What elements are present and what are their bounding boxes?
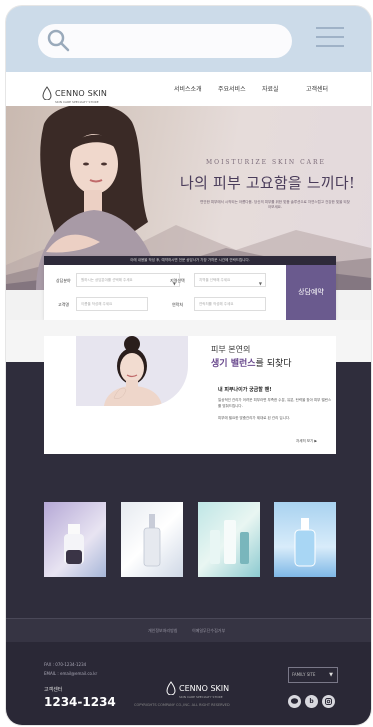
balance-kicker: 피부 본연의	[211, 345, 251, 354]
footer-logo-subtext: SKIN CARE SPECIALTY STORE	[179, 695, 223, 699]
hero-description: 편안한 피부에서 시작되는 아름다움. 당신의 피부를 위한 맞춤 솔루션으로 …	[200, 200, 350, 209]
search-bar	[6, 6, 371, 72]
nav-item-service-intro[interactable]: 서비스소개	[174, 84, 218, 93]
field-label-contact: 연락처	[172, 302, 184, 307]
nav-item-main-services[interactable]: 주요서비스	[218, 84, 262, 93]
footer-links: 개인정보처리방침 이메일무단수집거부	[6, 618, 371, 642]
footer-logo-text: CENNO SKIN	[179, 684, 230, 693]
dropper-bottle-image	[143, 514, 161, 567]
instagram-icon[interactable]	[322, 695, 335, 708]
drop-logo-icon	[166, 680, 176, 695]
hero-title: 나의 피부 고요함을 느끼다!	[180, 174, 356, 192]
skin-balance-card	[44, 336, 336, 454]
logo-text: CENNO SKIN	[55, 89, 108, 98]
product-tile[interactable]	[44, 502, 106, 577]
main-nav: 서비스소개 주요서비스 자료실 고객센터	[174, 84, 350, 93]
balance-title-rest: 를 되찾다	[255, 359, 292, 369]
blog-icon-glyph: b	[309, 698, 314, 705]
kakao-talk-icon[interactable]	[288, 695, 301, 708]
privacy-policy-link[interactable]: 개인정보처리방침	[148, 628, 177, 634]
family-site-label: FAMILY SITE	[292, 672, 316, 677]
product-tile[interactable]	[198, 502, 260, 577]
balance-subtitle: 내 피부나이가 궁금할 땐!	[218, 387, 272, 393]
footer-fax: FAX : 070-1234-1234	[44, 662, 87, 667]
phone-frame: CENNO SKIN SKIN CARE SPECIALTY STORE 서비스…	[6, 6, 371, 725]
category-select-placeholder: 원하시는 상담분야를 선택해 주세요	[81, 278, 133, 282]
balance-text-secondary: 피부에 필요한 맞춤관리가 제대로 된 관리 입니다.	[218, 416, 291, 420]
balance-model-image	[76, 336, 188, 406]
region-select[interactable]: 지역을 선택해 주세요 ▼	[194, 273, 266, 287]
balance-title-strong: 생기 밸런스	[211, 359, 256, 369]
ampoule-set-image	[210, 520, 249, 564]
site-header: CENNO SKIN SKIN CARE SPECIALTY STORE 서비스…	[6, 72, 371, 106]
field-label-category: 상담분야	[56, 278, 71, 283]
blog-icon[interactable]: b	[305, 695, 318, 708]
drop-logo-icon	[42, 85, 52, 100]
contact-input[interactable]: 연락처를 작성해 주세요	[194, 297, 266, 311]
name-input-placeholder: 이름을 작성해 주세요	[81, 302, 113, 306]
serum-bottle-image	[64, 524, 84, 564]
consultation-notice: 아래 내용을 작성 후, 예약하시면 전문 상담사가 가장 가까운 시간에 연락…	[44, 256, 336, 265]
product-tile[interactable]	[274, 502, 336, 577]
search-input[interactable]	[38, 24, 292, 58]
category-select[interactable]: 원하시는 상담분야를 선택해 주세요 ▼	[76, 273, 180, 287]
chevron-down-icon: ▼	[258, 281, 262, 286]
footer-email: EMAIL : email@email.co.kr	[44, 671, 98, 676]
field-label-region: 지역선택	[170, 278, 185, 283]
blue-dropper-image	[294, 518, 316, 567]
logo-subtext: SKIN CARE SPECIALTY STORE	[55, 100, 99, 104]
region-select-placeholder: 지역을 선택해 주세요	[199, 278, 231, 282]
nav-item-resources[interactable]: 자료실	[262, 84, 306, 93]
balance-title: 생기 밸런스를 되찾다	[211, 356, 292, 369]
family-site-select[interactable]: FAMILY SITE ▼	[288, 667, 338, 683]
site-logo[interactable]: CENNO SKIN SKIN CARE SPECIALTY STORE	[42, 81, 107, 104]
hamburger-menu-icon[interactable]	[316, 27, 344, 49]
search-icon[interactable]	[46, 28, 70, 52]
footer: FAX : 070-1234-1234 EMAIL : email@email.…	[6, 642, 371, 725]
nav-item-customer-center[interactable]: 고객센터	[306, 84, 350, 93]
customer-center-label: 고객센터	[44, 687, 63, 693]
chevron-down-icon: ▼	[329, 672, 333, 678]
customer-center-phone: 1234-1234	[44, 695, 116, 709]
consult-reserve-button[interactable]: 상담예약	[286, 265, 336, 320]
consultation-form: 아래 내용을 작성 후, 예약하시면 전문 상담사가 가장 가까운 시간에 연락…	[44, 256, 336, 320]
footer-logo: CENNO SKIN SKIN CARE SPECIALTY STORE	[166, 676, 229, 699]
product-tile[interactable]	[121, 502, 183, 577]
balance-text: 일상적인 관리가 어려운 피부라면 부족한 수분, 유분, 탄력을 찾아 피부 …	[218, 398, 332, 408]
email-collection-link[interactable]: 이메일무단수집거부	[192, 628, 225, 634]
field-label-name: 고객명	[58, 302, 70, 307]
copyright-text: COPYRIGHTS COMPANY CO.,INC. ALL RIGHT RE…	[134, 703, 230, 707]
name-input[interactable]: 이름을 작성해 주세요	[76, 297, 148, 311]
contact-input-placeholder: 연락처를 작성해 주세요	[199, 302, 234, 306]
hero-kicker: MOISTURIZE SKIN CARE	[206, 159, 326, 166]
read-more-link[interactable]: 자세히 보기 ▶	[296, 439, 317, 444]
